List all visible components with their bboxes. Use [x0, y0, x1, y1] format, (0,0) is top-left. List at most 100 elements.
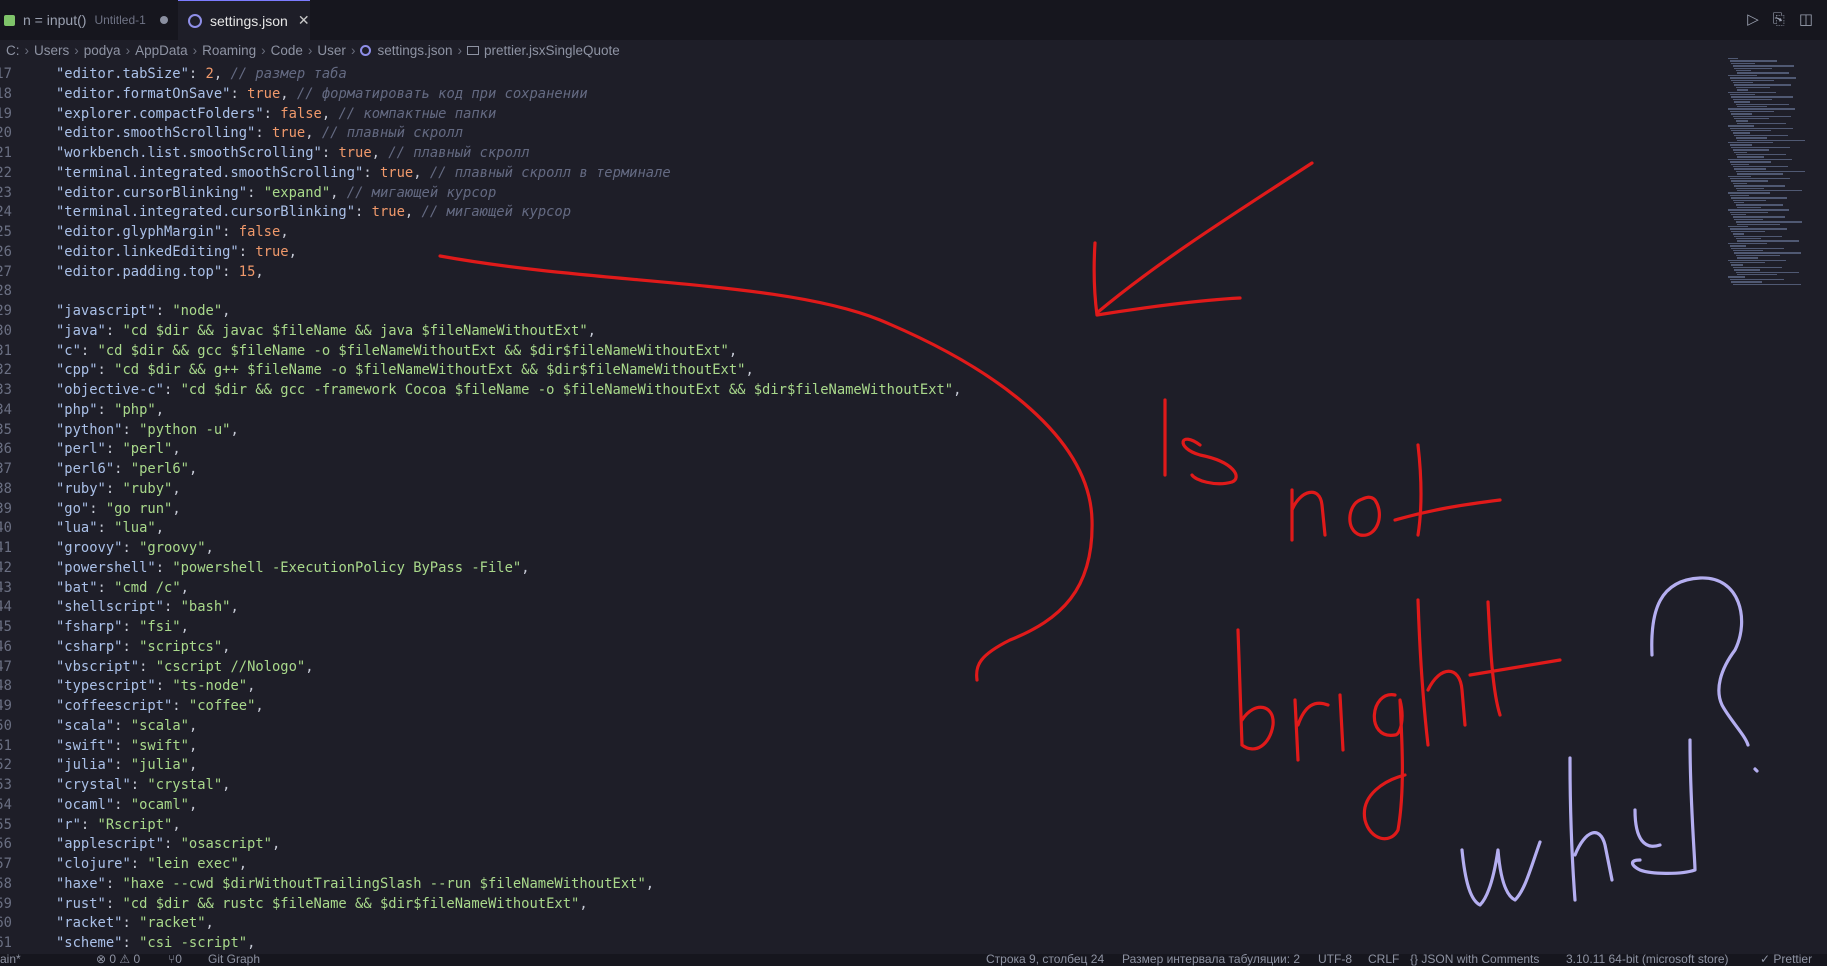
git-graph-button[interactable]: Git Graph [208, 954, 260, 966]
run-icon[interactable]: ▷ [1747, 10, 1759, 28]
code-editor[interactable]: 17 "editor.tabSize": 2, // размер таба 18 "… [0, 64, 1827, 954]
line-number: 37 [0, 461, 12, 477]
code-token: // форматировать код при сохранении [296, 85, 588, 102]
minimap-line [1732, 182, 1747, 185]
split-editor-icon[interactable]: ◫ [1799, 10, 1813, 28]
code-token: : [80, 816, 98, 833]
code-token: : [97, 579, 115, 596]
code-token: false [238, 224, 281, 240]
code-token: "racket" [139, 915, 206, 932]
python-interpreter[interactable]: 3.10.11 64-bit (microsoft store) [1566, 954, 1729, 966]
code-token: "vbscript" [56, 658, 140, 675]
minimap-line [1731, 197, 1787, 199]
code-token: "lua" [56, 520, 98, 537]
close-tab-icon[interactable]: ✕ [298, 12, 310, 29]
code-token: : [122, 619, 140, 635]
line-number: 55 [0, 816, 12, 833]
minimap-line [1735, 86, 1770, 89]
code-token: : [114, 757, 131, 774]
minimap-line [1728, 125, 1754, 127]
status-bar: ain* ⊗ 0 ⚠ 0 ⑂0 Git Graph Строка 9, стол… [0, 954, 1827, 966]
indentation-size[interactable]: Размер интервала табуляции: 2 [1122, 954, 1300, 966]
minimap-line [1728, 259, 1786, 261]
tab-untitled[interactable]: n = input() Untitled-1 [0, 0, 178, 40]
code-token: , [222, 303, 231, 319]
minimap-line [1737, 156, 1764, 158]
chevron-right-icon: › [307, 42, 313, 58]
code-token: , [728, 342, 738, 359]
code-token: , [205, 540, 214, 556]
breadcrumb-item[interactable]: C: [6, 43, 20, 58]
code-token: : [105, 441, 123, 458]
minimap-line [1731, 130, 1771, 132]
code-token: : [105, 322, 123, 339]
minimap-line [1734, 218, 1763, 221]
line-ending[interactable]: CRLF [1368, 954, 1399, 966]
code-token: , [155, 520, 165, 537]
unsaved-dot-icon[interactable] [159, 16, 168, 24]
minimap-line [1729, 278, 1784, 281]
code-token: , [371, 145, 389, 161]
code-token: "julia" [56, 757, 115, 774]
problems-count[interactable]: ⊗ 0 ⚠ 0 [96, 954, 140, 966]
code-token: // плавный скролл в терминале [429, 164, 671, 181]
minimap-line [1734, 84, 1791, 86]
code-token: , [587, 322, 596, 339]
minimap-line [1729, 77, 1796, 79]
code-token: , [205, 915, 214, 932]
line-number: 19 [0, 105, 12, 122]
line-code: "r": "Rscript", [56, 815, 181, 835]
line-code: "javascript": "node", [56, 301, 230, 321]
minimap-line [1731, 230, 1765, 233]
code-token: , [238, 856, 248, 872]
cursor-position[interactable]: Строка 9, столбец 24 [986, 954, 1104, 966]
code-token: "cd $dir && g++ $fileName -o $fileNameWi… [114, 362, 746, 379]
json-settings-icon [360, 44, 372, 56]
minimap-line [1737, 274, 1777, 276]
minimap[interactable] [1728, 58, 1823, 288]
line-number: 57 [0, 856, 12, 872]
encoding[interactable]: UTF-8 [1318, 954, 1352, 966]
minimap-line [1728, 108, 1795, 110]
line-number: 44 [0, 599, 12, 616]
code-token: "cscript //Nologo" [155, 658, 306, 675]
minimap-line [1728, 142, 1773, 144]
ports-count[interactable]: ⑂0 [168, 954, 182, 966]
minimap-line [1729, 161, 1771, 163]
minimap-line [1729, 245, 1746, 247]
breadcrumb-item[interactable]: AppData [135, 43, 188, 58]
breadcrumb-item[interactable]: Roaming [202, 43, 256, 58]
open-settings-ui-icon[interactable]: ⎘ [1773, 10, 1785, 28]
language-mode[interactable]: {} JSON with Comments [1410, 954, 1539, 966]
code-token: "applescript" [56, 836, 164, 853]
code-token: // плавный скролл [321, 125, 464, 142]
code-token: : [122, 540, 140, 556]
code-token: , [288, 243, 297, 260]
minimap-line [1734, 67, 1772, 69]
code-token: "javascript" [56, 303, 156, 319]
code-token: "editor.cursorBlinking" [56, 184, 248, 201]
breadcrumb-item[interactable]: User [317, 43, 346, 58]
line-code: "perl6": "perl6", [56, 459, 197, 479]
code-token: "editor.formatOnSave" [56, 85, 231, 102]
minimap-line [1734, 185, 1785, 187]
code-token: : [355, 204, 372, 221]
breadcrumb-item[interactable]: prettier.jsxSingleQuote [484, 43, 620, 58]
branch-label[interactable]: ain* [0, 954, 21, 966]
code-token: "cmd /c" [114, 579, 181, 596]
code-token: "typescript" [56, 678, 156, 695]
breadcrumb-item[interactable]: Code [271, 43, 303, 58]
breadcrumb-item[interactable]: Users [34, 43, 69, 58]
minimap-line [1731, 96, 1793, 98]
breadcrumb-item[interactable]: podya [84, 43, 121, 58]
breadcrumb-item[interactable]: settings.json [377, 43, 452, 58]
code-token: "perl6" [130, 461, 189, 477]
prettier-status[interactable]: ✓ Prettier [1760, 954, 1812, 966]
line-code: "go": "go run", [56, 499, 181, 519]
code-token: , [222, 638, 231, 655]
minimap-line [1734, 252, 1801, 254]
chevron-right-icon: › [125, 42, 131, 58]
minimap-line [1735, 120, 1748, 122]
line-number: 39 [0, 500, 12, 517]
tab-settings-json[interactable]: settings.json ✕ [178, 0, 310, 40]
